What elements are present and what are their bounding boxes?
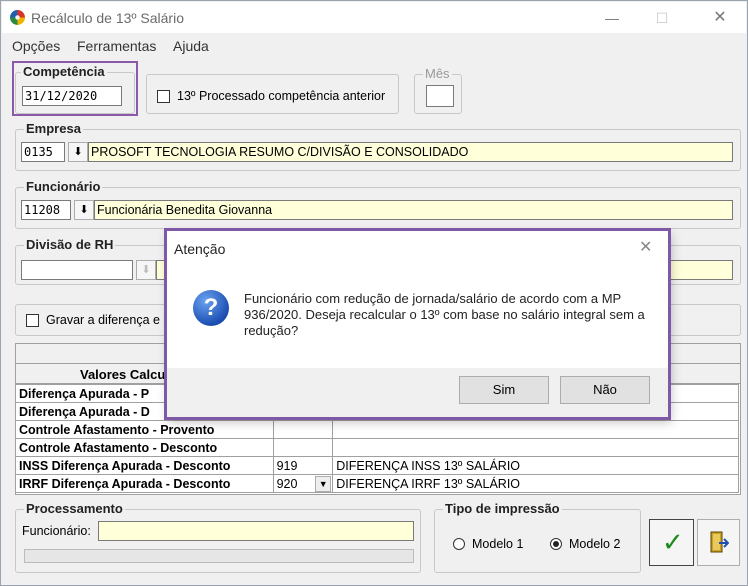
menu-bar: Opções Ferramentas Ajuda: [2, 34, 746, 56]
dialog-close-icon[interactable]: ✕: [639, 237, 652, 257]
empresa-code-input[interactable]: 0135: [21, 142, 65, 162]
dialog-footer: Sim Não: [167, 368, 668, 417]
processado-checkbox[interactable]: [157, 90, 170, 103]
title-bar: Recálculo de 13º Salário — ☐ ✕: [2, 2, 746, 33]
menu-ferramentas[interactable]: Ferramentas: [77, 38, 156, 54]
processamento-title: Processamento: [24, 501, 125, 516]
table-row[interactable]: IRRF Diferença Apurada - Desconto 920 ▼ …: [15, 474, 739, 493]
competencia-highlight: [12, 61, 138, 116]
funcionario-lookup-button[interactable]: ⬇: [74, 200, 94, 220]
dialog-message: Funcionário com redução de jornada/salár…: [244, 291, 645, 338]
row-code: 920: [276, 476, 298, 491]
divisao-code-input[interactable]: [21, 260, 133, 280]
chevron-down-icon[interactable]: ▼: [315, 476, 332, 492]
modelo2-radio[interactable]: [550, 538, 562, 550]
modelo1-label: Modelo 1: [472, 537, 524, 551]
table-row[interactable]: INSS Diferença Apurada - Desconto 919 DI…: [15, 456, 739, 475]
table-row[interactable]: Controle Afastamento - Provento: [15, 420, 739, 439]
yes-button[interactable]: Sim: [459, 376, 549, 404]
processado-label: 13º Processado competência anterior: [177, 89, 386, 103]
funcionario-title: Funcionário: [24, 179, 103, 194]
funcionario-group: Funcionário 11208 ⬇ Funcionária Benedita…: [15, 179, 741, 229]
divisao-lookup-button[interactable]: ⬇: [136, 260, 156, 280]
empresa-title: Empresa: [24, 121, 83, 136]
download-arrow-icon: ⬇: [73, 146, 83, 158]
download-arrow-icon: ⬇: [79, 204, 89, 216]
table-row[interactable]: Controle Afastamento - Desconto: [15, 438, 739, 457]
empresa-group: Empresa 0135 ⬇ PROSOFT TECNOLOGIA RESUMO…: [15, 121, 741, 171]
minimize-button[interactable]: —: [590, 6, 634, 30]
row-desc: [332, 420, 739, 439]
divisao-title: Divisão de RH: [24, 237, 116, 252]
gravar-label: Gravar a diferença e: [46, 313, 160, 327]
empresa-lookup-button[interactable]: ⬇: [68, 142, 88, 162]
row-label: INSS Diferença Apurada - Desconto: [15, 456, 274, 475]
menu-ajuda[interactable]: Ajuda: [173, 38, 209, 54]
gravar-checkbox[interactable]: [26, 314, 39, 327]
empresa-name-field: PROSOFT TECNOLOGIA RESUMO C/DIVISÃO E CO…: [88, 142, 733, 162]
processamento-group: Processamento Funcionário:: [15, 501, 421, 573]
mes-title: Mês: [423, 66, 452, 81]
menu-opcoes[interactable]: Opções: [12, 38, 60, 54]
confirm-button[interactable]: ✓: [649, 519, 694, 566]
row-code[interactable]: [272, 420, 334, 439]
funcionario-name-field: Funcionária Benedita Giovanna: [94, 200, 733, 220]
row-code-cell[interactable]: 920 ▼: [272, 474, 334, 493]
row-code[interactable]: [272, 438, 334, 457]
row-code[interactable]: 919: [272, 456, 334, 475]
processamento-funcionario-field: [98, 521, 414, 541]
mes-input[interactable]: [426, 85, 454, 107]
exit-button[interactable]: [697, 519, 740, 566]
row-label: Controle Afastamento - Provento: [15, 420, 274, 439]
tipo-impressao-group: Tipo de impressão Modelo 1 Modelo 2: [434, 501, 641, 573]
download-arrow-icon: ⬇: [141, 264, 151, 276]
no-button[interactable]: Não: [560, 376, 650, 404]
mes-group: Mês: [414, 66, 462, 114]
modelo1-radio[interactable]: [453, 538, 465, 550]
maximize-button[interactable]: ☐: [640, 6, 684, 30]
processado-group: 13º Processado competência anterior: [146, 74, 399, 114]
progress-bar: [24, 549, 414, 563]
window-title: Recálculo de 13º Salário: [31, 10, 184, 26]
exit-door-icon: [710, 531, 729, 553]
processamento-funcionario-label: Funcionário:: [22, 524, 91, 538]
tipo-impressao-title: Tipo de impressão: [443, 501, 562, 516]
question-icon: ?: [193, 290, 229, 326]
row-label: IRRF Diferença Apurada - Desconto: [15, 474, 274, 493]
row-desc: [332, 438, 739, 457]
checkmark-icon: ✓: [662, 527, 684, 557]
modelo2-label: Modelo 2: [569, 537, 621, 551]
row-desc: DIFERENÇA INSS 13º SALÁRIO: [332, 456, 739, 475]
row-label: Controle Afastamento - Desconto: [15, 438, 274, 457]
row-desc: DIFERENÇA IRRF 13º SALÁRIO: [332, 474, 739, 493]
table-header-label: Valores Calcu: [80, 367, 166, 382]
app-icon: [10, 10, 25, 25]
close-button[interactable]: ✕: [698, 6, 742, 30]
dialog-title: Atenção: [174, 241, 226, 257]
funcionario-code-input[interactable]: 11208: [21, 200, 71, 220]
attention-dialog: Atenção ✕ ? Funcionário com redução de j…: [166, 230, 669, 418]
